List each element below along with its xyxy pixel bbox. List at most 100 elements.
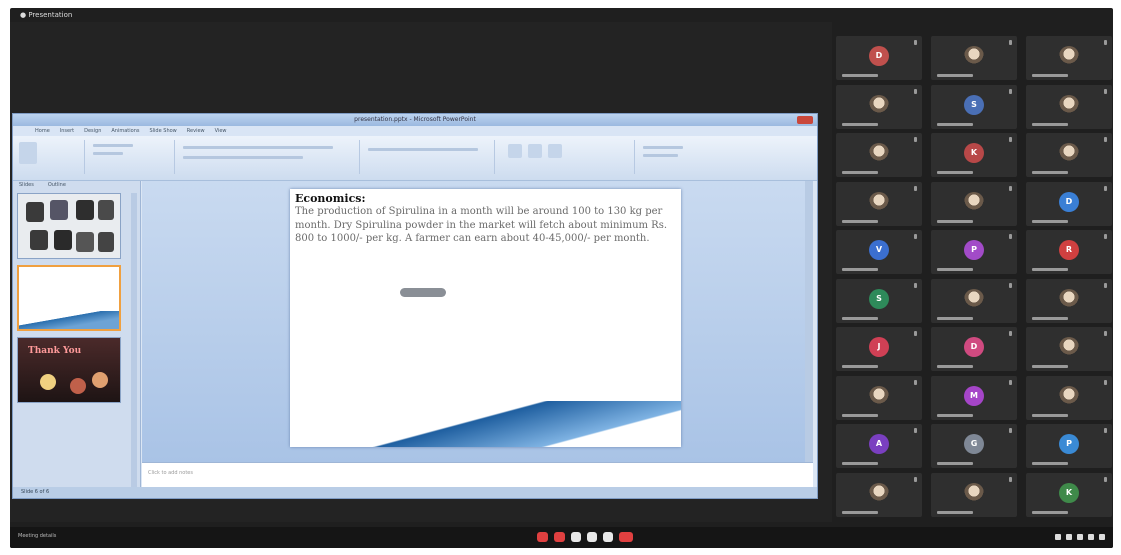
participant-tile[interactable]: D xyxy=(836,36,922,80)
tab-animations[interactable]: Animations xyxy=(111,126,139,136)
mic-muted-icon xyxy=(914,40,917,45)
tab-outline[interactable]: Outline xyxy=(48,181,66,190)
present-icon[interactable] xyxy=(603,532,613,542)
people-icon[interactable] xyxy=(1066,534,1072,540)
participant-tile[interactable]: G xyxy=(931,424,1017,468)
chat-icon[interactable] xyxy=(1077,534,1083,540)
participant-tile[interactable] xyxy=(931,181,1017,226)
mic-off-icon[interactable] xyxy=(537,532,548,542)
slide-canvas[interactable]: Economics: The production of Spirulina i… xyxy=(290,189,681,447)
notes-pane[interactable]: Click to add notes xyxy=(142,462,813,489)
slide-thumb-images[interactable] xyxy=(17,193,121,259)
participant-tile[interactable]: S xyxy=(931,84,1017,129)
font-box-icon[interactable] xyxy=(183,146,333,149)
participant-tile[interactable]: S xyxy=(836,278,922,323)
participant-tile[interactable] xyxy=(1026,84,1112,129)
thumb-text: Thank You xyxy=(28,346,82,356)
participant-tile[interactable]: D xyxy=(931,327,1017,371)
participant-tile[interactable] xyxy=(836,84,922,129)
ppt-status-bar: Slide 6 of 6 xyxy=(13,487,817,498)
participant-avatar xyxy=(1059,46,1079,66)
participant-tile[interactable]: P xyxy=(931,230,1017,274)
participant-tile[interactable] xyxy=(931,472,1017,517)
raise-hand-icon[interactable] xyxy=(587,532,597,542)
mic-muted-icon xyxy=(1104,428,1107,433)
tab-design[interactable]: Design xyxy=(84,126,101,136)
participant-name xyxy=(842,510,878,514)
participant-tile[interactable] xyxy=(1026,133,1112,177)
pane-scrollbar[interactable] xyxy=(131,193,137,493)
lock-icon[interactable] xyxy=(1099,534,1105,540)
thumb-image xyxy=(30,230,48,250)
participant-tile[interactable] xyxy=(836,472,922,517)
participant-name xyxy=(842,316,878,320)
mic-muted-icon xyxy=(1104,282,1107,288)
participant-tile[interactable] xyxy=(1026,36,1112,80)
layout-icon[interactable] xyxy=(93,152,123,155)
participant-tile[interactable] xyxy=(931,36,1017,80)
participant-tile[interactable] xyxy=(931,278,1017,323)
slide-thumb-thank-you[interactable]: Thank You xyxy=(17,337,121,403)
ribbon-divider xyxy=(358,140,360,174)
close-icon[interactable] xyxy=(797,116,813,124)
camera-off-icon[interactable] xyxy=(554,532,565,542)
slide-editor: Economics: The production of Spirulina i… xyxy=(142,181,813,462)
mic-muted-icon xyxy=(1104,234,1107,239)
participant-tile[interactable]: P xyxy=(1026,424,1112,468)
captions-icon[interactable] xyxy=(571,532,581,542)
participant-tile[interactable] xyxy=(1026,327,1112,371)
thumb-wave xyxy=(19,311,119,329)
replace-icon[interactable] xyxy=(643,154,678,157)
meeting-details-label[interactable]: Meeting details xyxy=(18,533,56,539)
mic-muted-icon xyxy=(914,185,917,191)
slide-thumb-current[interactable] xyxy=(17,265,121,331)
paste-icon[interactable] xyxy=(19,142,37,164)
font-format-icon[interactable] xyxy=(183,156,303,159)
thumb-image xyxy=(54,230,72,250)
thumb-image xyxy=(98,232,114,252)
participant-tile[interactable]: J xyxy=(836,327,922,371)
quick-styles-icon[interactable] xyxy=(548,144,562,158)
ribbon-divider xyxy=(633,140,635,174)
participant-avatar: D xyxy=(869,46,889,66)
participant-name xyxy=(937,74,973,77)
tab-slide-show[interactable]: Slide Show xyxy=(149,126,176,136)
end-call-icon[interactable] xyxy=(619,532,633,542)
tab-home[interactable]: Home xyxy=(35,126,50,136)
tab-insert[interactable]: Insert xyxy=(60,126,74,136)
new-slide-icon[interactable] xyxy=(93,144,133,147)
mic-muted-icon xyxy=(1104,476,1107,482)
mic-muted-icon xyxy=(914,88,917,94)
tab-slides[interactable]: Slides xyxy=(19,181,34,190)
participant-tile[interactable]: A xyxy=(836,424,922,468)
participant-tile[interactable]: K xyxy=(931,133,1017,177)
thumb-image xyxy=(76,232,94,252)
tab-review[interactable]: Review xyxy=(187,126,205,136)
participant-tile[interactable]: K xyxy=(1026,472,1112,517)
pane-tabs: Slides Outline xyxy=(13,181,140,190)
participant-tile[interactable] xyxy=(836,181,922,226)
mic-muted-icon xyxy=(1009,88,1012,94)
participant-tile[interactable] xyxy=(1026,375,1112,420)
participant-avatar: A xyxy=(869,434,889,454)
participant-avatar xyxy=(869,482,889,503)
activities-icon[interactable] xyxy=(1088,534,1094,540)
participant-avatar xyxy=(1059,143,1079,163)
participant-tile[interactable]: M xyxy=(931,375,1017,420)
shapes-icon[interactable] xyxy=(508,144,522,158)
participant-tile[interactable] xyxy=(836,133,922,177)
tab-view[interactable]: View xyxy=(215,126,227,136)
participant-name xyxy=(1032,510,1068,514)
participant-avatar xyxy=(964,482,984,503)
mic-muted-icon xyxy=(1104,40,1107,45)
find-icon[interactable] xyxy=(643,146,683,149)
participant-tile[interactable]: R xyxy=(1026,230,1112,274)
participant-tile[interactable]: V xyxy=(836,230,922,274)
participant-tile[interactable]: D xyxy=(1026,181,1112,226)
paragraph-icon[interactable] xyxy=(368,148,478,151)
arrange-icon[interactable] xyxy=(528,144,542,158)
participant-tile[interactable] xyxy=(1026,278,1112,323)
participant-tile[interactable] xyxy=(836,375,922,420)
info-icon[interactable] xyxy=(1055,534,1061,540)
editor-scrollbar[interactable] xyxy=(805,181,813,462)
